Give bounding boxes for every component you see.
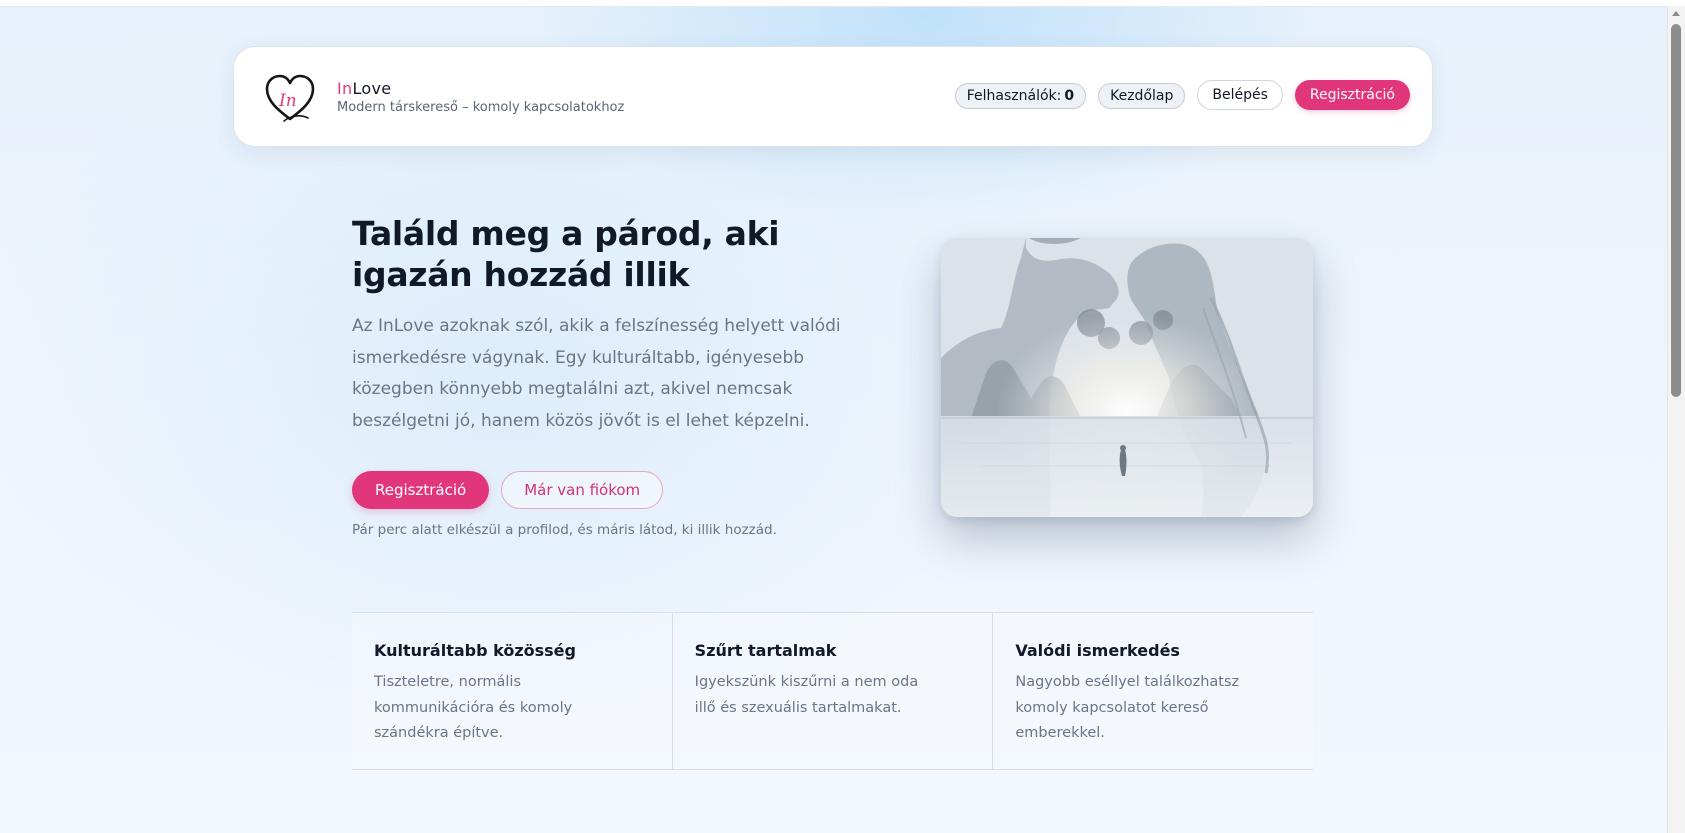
users-count-value: 0 bbox=[1064, 88, 1075, 104]
hero-register-button[interactable]: Regisztráció bbox=[352, 471, 490, 509]
features-row: Kulturáltabb közösség Tiszteletre, normá… bbox=[352, 612, 1313, 770]
scrollbar-thumb[interactable] bbox=[1671, 24, 1681, 397]
users-count-badge: Felhasználók: 0 bbox=[954, 83, 1087, 109]
scroll-up-arrow-icon[interactable] bbox=[1672, 11, 1680, 16]
feature-title: Valódi ismerkedés bbox=[1015, 641, 1180, 660]
brand-prefix: In bbox=[337, 79, 353, 98]
header-nav: Felhasználók: 0 Kezdőlap Belépés Regisztr… bbox=[954, 80, 1410, 110]
login-button[interactable]: Belépés bbox=[1197, 80, 1283, 110]
brand-name[interactable]: InLove bbox=[337, 79, 391, 98]
feature-card: Valódi ismerkedés Nagyobb eséllyel talál… bbox=[992, 613, 1313, 769]
hero-note: Pár perc alatt elkészül a profilod, és m… bbox=[352, 522, 777, 538]
browser-top-edge bbox=[0, 0, 1685, 7]
hero-couple-image bbox=[941, 238, 1313, 517]
site-header: In InLove Modern társkereső – komoly kap… bbox=[233, 46, 1433, 147]
users-count-label: Felhasználók: bbox=[966, 88, 1062, 104]
vertical-scrollbar[interactable] bbox=[1667, 6, 1685, 833]
register-button[interactable]: Regisztráció bbox=[1294, 80, 1410, 110]
hero-title: Találd meg a párod, aki igazán hozzád il… bbox=[352, 214, 780, 294]
feature-text: Nagyobb eséllyel találkozhatsz komoly ka… bbox=[1015, 674, 1240, 741]
feature-card: Szűrt tartalmak Igyekszünk kiszűrni a ne… bbox=[671, 613, 993, 769]
home-link[interactable]: Kezdőlap bbox=[1098, 83, 1186, 109]
hero-description: Az InLove azoknak szól, akik a felszínes… bbox=[352, 316, 841, 431]
feature-title: Szűrt tartalmak bbox=[694, 641, 837, 660]
logo-text: In bbox=[278, 91, 297, 111]
feature-text: Igyekszünk kiszűrni a nem oda illő és sz… bbox=[694, 674, 919, 716]
brand-suffix: Love bbox=[352, 79, 392, 98]
feature-title: Kulturáltabb közösség bbox=[374, 641, 576, 660]
feature-text: Tiszteletre, normális kommunikációra és … bbox=[374, 674, 573, 741]
heart-logo-icon[interactable]: In bbox=[264, 74, 316, 124]
brand-tagline: Modern társkereső – komoly kapcsolatokho… bbox=[337, 100, 625, 115]
feature-card: Kulturáltabb közösség Tiszteletre, normá… bbox=[352, 613, 672, 769]
hero-actions: Regisztráció Már van fiókom bbox=[352, 471, 664, 509]
hero-login-button[interactable]: Már van fiókom bbox=[501, 471, 664, 509]
